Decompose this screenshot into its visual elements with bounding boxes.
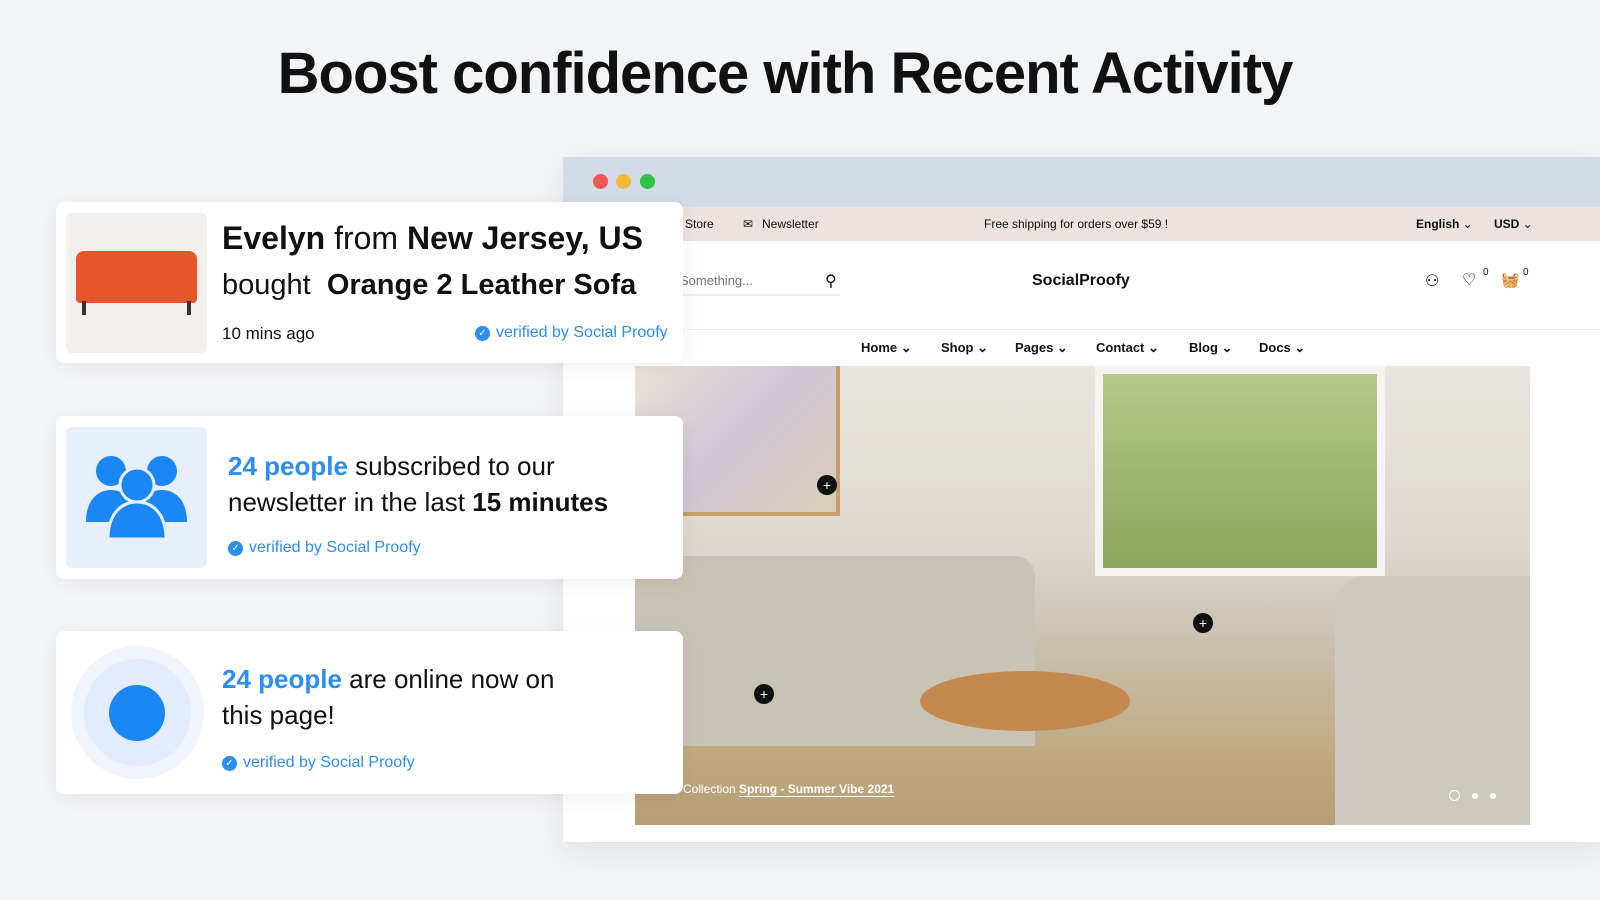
- account-icon[interactable]: ⚇: [1425, 271, 1439, 291]
- headline: Boost confidence with Recent Activity: [277, 41, 1294, 106]
- online-text-1: are online now on: [349, 664, 555, 694]
- verified-text: verified by Social Proofy: [243, 754, 415, 771]
- store-link[interactable]: Store: [685, 217, 714, 231]
- bought-text: bought: [222, 269, 311, 301]
- verified-text: verified by Social Proofy: [249, 539, 421, 556]
- nav-label: Blog: [1189, 340, 1218, 355]
- browser-window: Store ✉ Newsletter Free shipping for ord…: [563, 157, 1600, 842]
- nav-contact[interactable]: Contact ⌄: [1096, 340, 1159, 356]
- caption-link[interactable]: Spring - Summer Vibe 2021: [739, 782, 895, 797]
- minimize-window-button[interactable]: [616, 174, 631, 189]
- verified-badge: ✓ verified by Social Proofy: [475, 324, 668, 342]
- hero-image[interactable]: + + + Collection Spring - Summer Vibe 20…: [635, 366, 1530, 825]
- subscription-text-2: newsletter in the last: [228, 487, 466, 517]
- slide-dot[interactable]: [1490, 792, 1496, 799]
- subscription-text-1: subscribed to our: [355, 451, 555, 481]
- slide-dot[interactable]: [1472, 792, 1478, 799]
- verified-text: verified by Social Proofy: [496, 324, 668, 341]
- nav-label: Home: [861, 340, 898, 355]
- search-icon[interactable]: ⚲: [825, 271, 837, 291]
- nav-label: Pages: [1015, 340, 1054, 355]
- nav-label: Contact: [1096, 340, 1145, 355]
- nav-label: Shop: [941, 340, 974, 355]
- subscription-text: 24 people subscribed to our newsletter i…: [228, 448, 608, 520]
- hotspot-plus-icon[interactable]: +: [754, 684, 774, 704]
- nav-label: Docs: [1259, 340, 1291, 355]
- nav-pages[interactable]: Pages ⌄: [1015, 340, 1068, 356]
- mail-icon: ✉: [743, 217, 754, 231]
- currency-select[interactable]: USD ⌄: [1494, 217, 1533, 231]
- sofa-icon: [76, 251, 197, 303]
- language-label: English: [1416, 217, 1460, 231]
- buyer-location: New Jersey, US: [406, 220, 643, 256]
- buyer-name: Evelyn: [222, 220, 326, 256]
- check-icon: ✓: [475, 325, 490, 341]
- from-text: from: [334, 220, 399, 256]
- check-icon: ✓: [222, 755, 237, 771]
- purchase-line2: bought Orange 2 Leather Sofa: [222, 269, 636, 302]
- shipping-message: Free shipping for orders over $59 !: [984, 217, 1169, 231]
- maximize-window-button[interactable]: [640, 174, 655, 189]
- nav-home[interactable]: Home ⌄: [861, 340, 912, 356]
- online-text: 24 people are online now on this page!: [222, 661, 554, 733]
- live-dot-icon: [71, 646, 204, 779]
- wishlist-count: 0: [1483, 267, 1489, 278]
- check-icon: ✓: [228, 540, 243, 556]
- purchase-line1: Evelyn from New Jersey, US: [222, 220, 643, 257]
- online-text-2: this page!: [222, 700, 335, 730]
- announcement-bar: Store ✉ Newsletter Free shipping for ord…: [563, 207, 1600, 241]
- subscription-notification[interactable]: 24 people subscribed to our newsletter i…: [56, 416, 683, 579]
- currency-label: USD: [1494, 217, 1520, 231]
- duration: 15 minutes: [472, 487, 609, 517]
- sofa-right: [1335, 576, 1530, 825]
- slider-dots: [1449, 790, 1496, 801]
- people-count: 24 people: [228, 451, 348, 481]
- hotspot-plus-icon[interactable]: +: [1193, 613, 1213, 633]
- window: [1095, 366, 1385, 576]
- slide-dot[interactable]: [1449, 790, 1460, 801]
- verified-badge: ✓ verified by Social Proofy: [222, 754, 415, 772]
- site-header: ⚲ SocialProofy ⚇ ♡ 0 🧺 0: [563, 241, 1600, 330]
- hotspot-plus-icon[interactable]: +: [817, 475, 837, 495]
- close-window-button[interactable]: [593, 174, 608, 189]
- caption-prefix: Collection: [683, 782, 736, 796]
- nav-docs[interactable]: Docs ⌄: [1259, 340, 1305, 356]
- hero-caption: Collection Spring - Summer Vibe 2021: [683, 782, 895, 797]
- cart-icon[interactable]: 🧺: [1501, 271, 1520, 289]
- time-ago: 10 mins ago: [222, 324, 315, 343]
- newsletter-link[interactable]: Newsletter: [762, 217, 819, 231]
- sofa-leg: [187, 301, 191, 315]
- verified-badge: ✓ verified by Social Proofy: [228, 539, 421, 557]
- wishlist-icon[interactable]: ♡: [1462, 270, 1476, 290]
- nav-blog[interactable]: Blog ⌄: [1189, 340, 1232, 356]
- cart-count: 0: [1523, 267, 1529, 278]
- purchase-notification[interactable]: Evelyn from New Jersey, US bought Orange…: [56, 202, 683, 363]
- people-icon: [66, 427, 207, 568]
- sofa-leg: [82, 301, 86, 315]
- site-logo[interactable]: SocialProofy: [1032, 272, 1130, 290]
- window-titlebar: [563, 157, 1600, 207]
- people-count: 24 people: [222, 664, 342, 694]
- online-notification[interactable]: 24 people are online now on this page! ✓…: [56, 631, 683, 794]
- language-select[interactable]: English ⌄: [1416, 217, 1473, 231]
- nav-shop[interactable]: Shop ⌄: [941, 340, 988, 356]
- product-name[interactable]: Orange 2 Leather Sofa: [327, 269, 636, 301]
- coffee-table: [920, 671, 1130, 731]
- main-nav: Home ⌄ Shop ⌄ Pages ⌄ Contact ⌄ Blog ⌄ D…: [563, 330, 1600, 365]
- search-input[interactable]: [680, 266, 840, 296]
- product-image: [66, 213, 207, 353]
